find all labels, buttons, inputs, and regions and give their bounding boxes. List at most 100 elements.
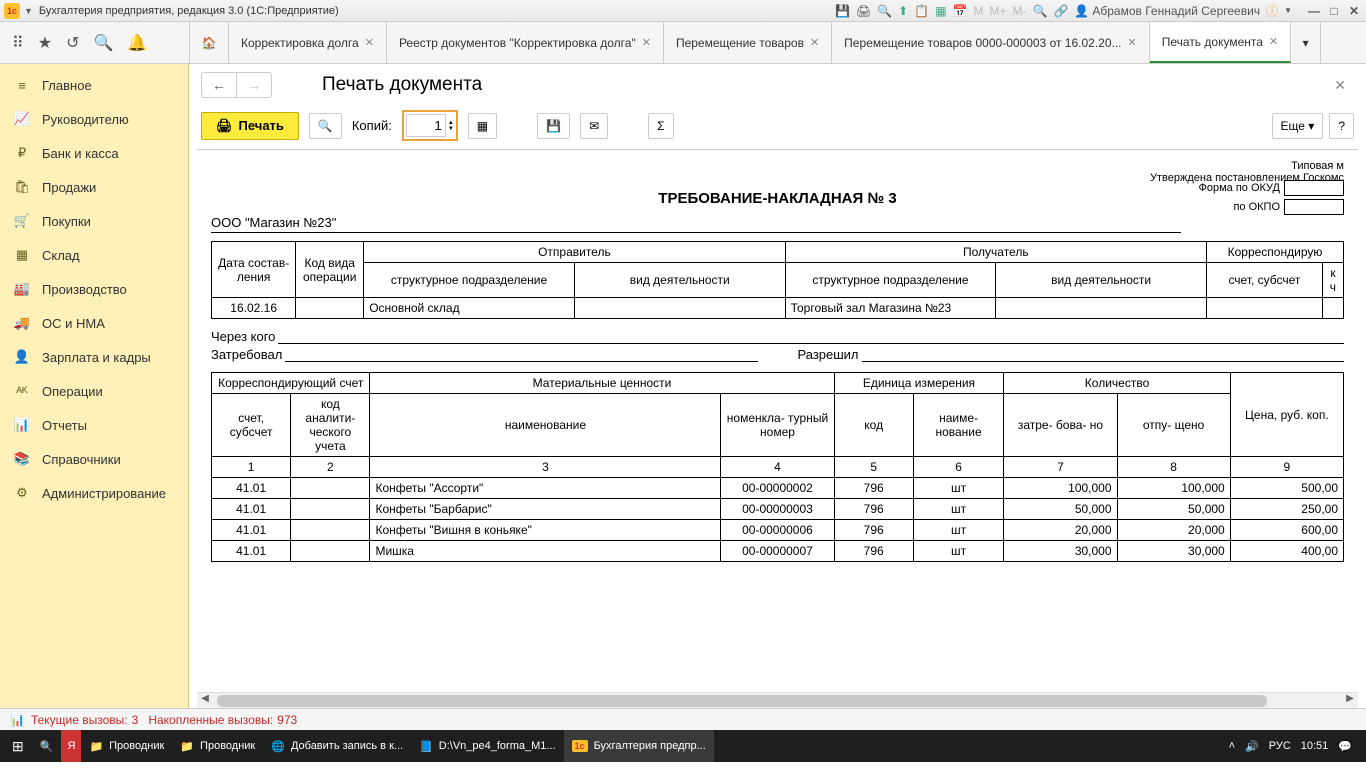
save-icon[interactable]: 💾: [835, 4, 850, 18]
more-button[interactable]: Еще ▾: [1272, 113, 1324, 139]
th-date: Дата состав- ления: [212, 242, 296, 298]
taskbar-app-label: Бухгалтерия предпр...: [594, 740, 706, 752]
help-button[interactable]: ?: [1329, 113, 1354, 139]
sidebar-item[interactable]: ⚙Администрирование: [0, 476, 188, 510]
sidebar-item[interactable]: ₽Банк и касса: [0, 136, 188, 170]
save-doc-button[interactable]: 💾: [537, 113, 570, 139]
tab-close-icon[interactable]: ✕: [365, 36, 374, 49]
info-dropdown-icon[interactable]: ▼: [1284, 6, 1292, 15]
m-minus-button[interactable]: M-: [1013, 4, 1027, 18]
document-tab[interactable]: Перемещение товаров 0000-000003 от 16.02…: [832, 22, 1150, 63]
minimize-button[interactable]: —: [1306, 4, 1322, 18]
zoom-icon[interactable]: 🔍: [1033, 4, 1048, 18]
column-number: 9: [1230, 457, 1343, 478]
sidebar-item[interactable]: 📈Руководителю: [0, 102, 188, 136]
taskbar-app[interactable]: 📁Проводник: [81, 730, 172, 762]
sidebar-item-label: Продажи: [42, 180, 96, 195]
permitted-underline: [862, 347, 1344, 362]
sidebar-item[interactable]: 📊Отчеты: [0, 408, 188, 442]
taskbar-app-icon: 📘: [419, 740, 433, 753]
sidebar-item-icon: 📊: [14, 417, 30, 433]
hscroll-right-arrow[interactable]: ▶: [1342, 693, 1358, 709]
link-icon[interactable]: 🔗: [1053, 4, 1068, 18]
accumulated-calls-label: Накопленные вызовы:: [148, 713, 273, 727]
calc-icon[interactable]: ▦: [935, 4, 946, 18]
taskbar-app-icon: 📁: [89, 740, 103, 753]
copies-down[interactable]: ▼: [448, 126, 454, 132]
print-button[interactable]: 🖨 Печать: [201, 112, 299, 140]
template-button[interactable]: ▦: [468, 113, 497, 139]
sum-button[interactable]: Σ: [648, 113, 673, 139]
item-cell: Конфеты "Барбарис": [370, 499, 721, 520]
forward-button[interactable]: →: [237, 73, 271, 97]
document-tab[interactable]: Перемещение товаров✕: [664, 22, 832, 63]
sidebar-item[interactable]: 👤Зарплата и кадры: [0, 340, 188, 374]
tab-close-icon[interactable]: ✕: [642, 36, 651, 49]
taskbar-app[interactable]: 📁Проводник: [172, 730, 263, 762]
sidebar-item[interactable]: ≡Главное: [0, 68, 188, 102]
document-tab[interactable]: Реестр документов "Корректировка долга"✕: [387, 22, 664, 63]
history-icon[interactable]: ↺: [66, 33, 79, 53]
sidebar-item[interactable]: 🛍Продажи: [0, 170, 188, 204]
hscroll-left-arrow[interactable]: ◀: [197, 693, 213, 709]
sidebar-item[interactable]: ᴬᴷОперации: [0, 374, 188, 408]
start-button[interactable]: ⊞: [4, 730, 32, 762]
sidebar-item[interactable]: 📚Справочники: [0, 442, 188, 476]
tray-lang[interactable]: РУС: [1269, 740, 1291, 752]
mail-button[interactable]: ✉: [580, 113, 608, 139]
tab-close-icon[interactable]: ✕: [1269, 35, 1278, 48]
user-menu[interactable]: 👤 Абрамов Геннадий Сергеевич: [1074, 4, 1260, 18]
document-tab[interactable]: Корректировка долга✕: [229, 22, 387, 63]
close-button[interactable]: ✕: [1346, 4, 1362, 18]
preview-icon[interactable]: 🔍: [877, 4, 892, 18]
document-viewport[interactable]: Типовая м Утверждена постановлением Госк…: [197, 149, 1358, 684]
taskbar-app[interactable]: 📘D:\Vn_pe4_forma_M1...: [411, 730, 564, 762]
app-menu-dropdown[interactable]: ▼: [24, 6, 33, 16]
sidebar-item[interactable]: 🏭Производство: [0, 272, 188, 306]
info-icon[interactable]: ⓘ: [1266, 2, 1278, 19]
hscroll-thumb[interactable]: [217, 695, 1267, 707]
taskbar-yandex[interactable]: Я: [61, 730, 81, 762]
m-button[interactable]: M: [973, 4, 983, 18]
okpo-label: по ОКПО: [1233, 201, 1280, 213]
horizontal-scrollbar[interactable]: ◀ ▶: [197, 692, 1358, 708]
sidebar-item-icon: 👤: [14, 349, 30, 365]
search-icon[interactable]: 🔍: [93, 33, 113, 53]
sidebar-item[interactable]: ▦Склад: [0, 238, 188, 272]
copy-icon[interactable]: 📋: [914, 4, 929, 18]
taskbar-app[interactable]: 1cБухгалтерия предпр...: [564, 730, 714, 762]
home-tab[interactable]: 🏠: [189, 22, 229, 63]
m-plus-button[interactable]: M+: [989, 4, 1006, 18]
sidebar-item[interactable]: 🚚ОС и НМА: [0, 306, 188, 340]
tab-close-icon[interactable]: ✕: [1128, 36, 1137, 49]
taskbar-app[interactable]: 🌐Добавить запись в к...: [263, 730, 411, 762]
print-icon[interactable]: 🖨: [856, 4, 871, 18]
maximize-button[interactable]: □: [1326, 4, 1342, 18]
tray-notifications-icon[interactable]: 💬: [1338, 740, 1352, 753]
notifications-icon[interactable]: 🔔: [127, 33, 147, 53]
close-document-button[interactable]: ✕: [1326, 77, 1354, 94]
favorite-icon[interactable]: ★: [38, 33, 52, 53]
tray-up-icon[interactable]: ˄: [1229, 740, 1235, 752]
tabs-menu-button[interactable]: ▾: [1291, 22, 1321, 63]
sidebar-item-label: ОС и НМА: [42, 316, 105, 331]
calendar-icon[interactable]: 📅: [953, 4, 968, 18]
tray-time[interactable]: 10:51: [1301, 740, 1329, 752]
compare-icon[interactable]: ⬆: [898, 4, 908, 18]
tray-volume-icon[interactable]: 🔊: [1245, 740, 1259, 753]
document-tab[interactable]: Печать документа✕: [1150, 22, 1291, 63]
apps-icon[interactable]: ⠿: [12, 33, 24, 53]
sidebar-item[interactable]: 🛒Покупки: [0, 204, 188, 238]
windows-taskbar: ⊞ 🔍 Я 📁Проводник📁Проводник🌐Добавить запи…: [0, 730, 1366, 762]
taskbar-search[interactable]: 🔍: [32, 730, 62, 762]
performance-icon[interactable]: 📊: [10, 713, 25, 727]
back-button[interactable]: ←: [202, 73, 237, 97]
th-receiver: Получатель: [785, 242, 1206, 263]
column-number: 8: [1117, 457, 1230, 478]
page-title: Печать документа: [322, 74, 482, 96]
copies-input[interactable]: [406, 114, 446, 137]
taskbar-app-icon: 🌐: [271, 740, 285, 753]
preview-button[interactable]: 🔍: [309, 113, 342, 139]
td-receiver-activity: [996, 298, 1207, 319]
tab-close-icon[interactable]: ✕: [810, 36, 819, 49]
